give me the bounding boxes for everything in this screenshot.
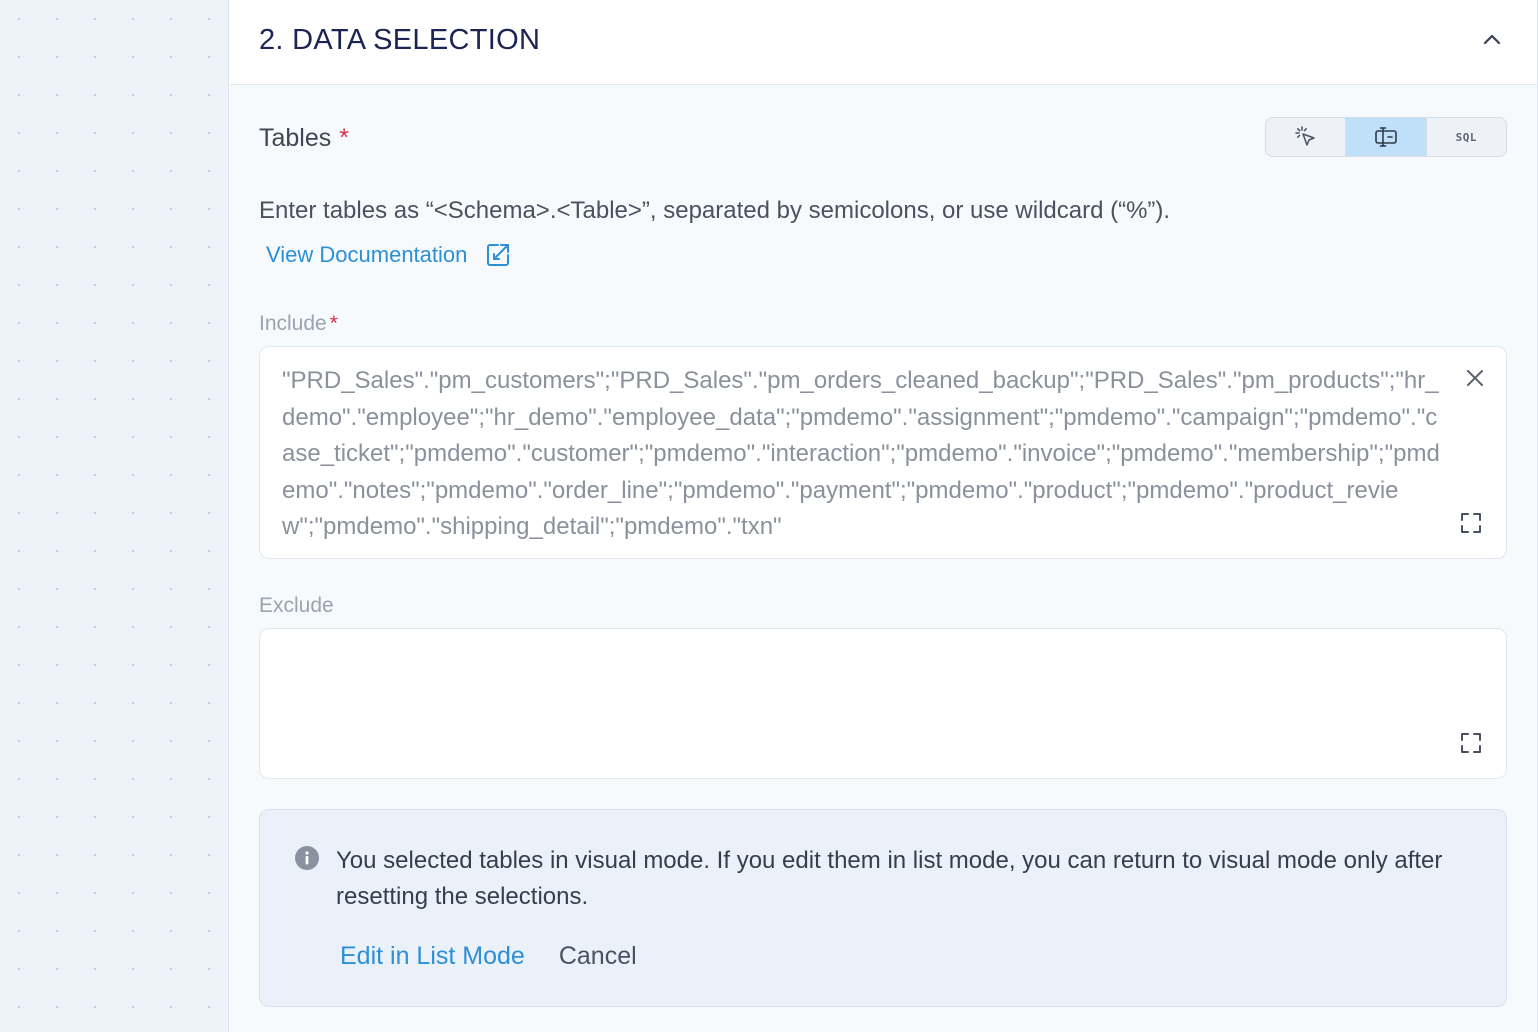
configuration-panel: 2. DATA SELECTION Tables * SQL Enter tab… — [230, 0, 1538, 1032]
visual-mode-notice: You selected tables in visual mode. If y… — [259, 809, 1507, 1007]
chevron-up-icon[interactable] — [1480, 28, 1504, 52]
dotted-canvas-background — [0, 0, 229, 1032]
close-icon[interactable] — [1464, 367, 1486, 389]
view-documentation-link[interactable]: View Documentation — [266, 242, 511, 268]
section-header[interactable]: 2. DATA SELECTION — [230, 0, 1537, 85]
tables-label: Tables * — [259, 124, 349, 153]
mode-toggle: SQL — [1265, 117, 1507, 157]
view-documentation-label: View Documentation — [266, 242, 468, 267]
include-value[interactable]: "PRD_Sales"."pm_customers";"PRD_Sales"."… — [282, 363, 1444, 547]
required-mark: * — [329, 312, 338, 335]
notice-actions: Edit in List Mode Cancel — [340, 942, 637, 971]
info-icon — [295, 846, 319, 870]
expand-icon[interactable] — [1460, 512, 1482, 534]
section-title: 2. DATA SELECTION — [259, 24, 541, 56]
sql-mode-button[interactable]: SQL — [1427, 118, 1506, 156]
sql-label: SQL — [1455, 130, 1477, 144]
required-mark: * — [339, 124, 349, 152]
edit-in-list-mode-button[interactable]: Edit in List Mode — [340, 942, 525, 971]
exclude-value[interactable] — [282, 645, 1444, 829]
text-cursor-box-icon — [1375, 127, 1397, 147]
tables-help-text: Enter tables as “<Schema>.<Table>”, sepa… — [259, 197, 1171, 224]
exclude-textarea[interactable] — [259, 628, 1507, 779]
include-label: Include * — [259, 312, 338, 336]
cancel-button[interactable]: Cancel — [559, 942, 637, 971]
tables-label-text: Tables — [259, 124, 332, 152]
external-link-icon — [487, 244, 510, 266]
visual-mode-button[interactable] — [1266, 118, 1347, 156]
expand-icon[interactable] — [1460, 732, 1482, 754]
cursor-click-icon — [1294, 126, 1315, 146]
include-textarea[interactable]: "PRD_Sales"."pm_customers";"PRD_Sales"."… — [259, 346, 1507, 559]
exclude-label: Exclude — [259, 594, 334, 617]
include-label-text: Include — [259, 312, 327, 335]
notice-message: You selected tables in visual mode. If y… — [336, 847, 1443, 910]
list-mode-button[interactable] — [1346, 118, 1427, 156]
